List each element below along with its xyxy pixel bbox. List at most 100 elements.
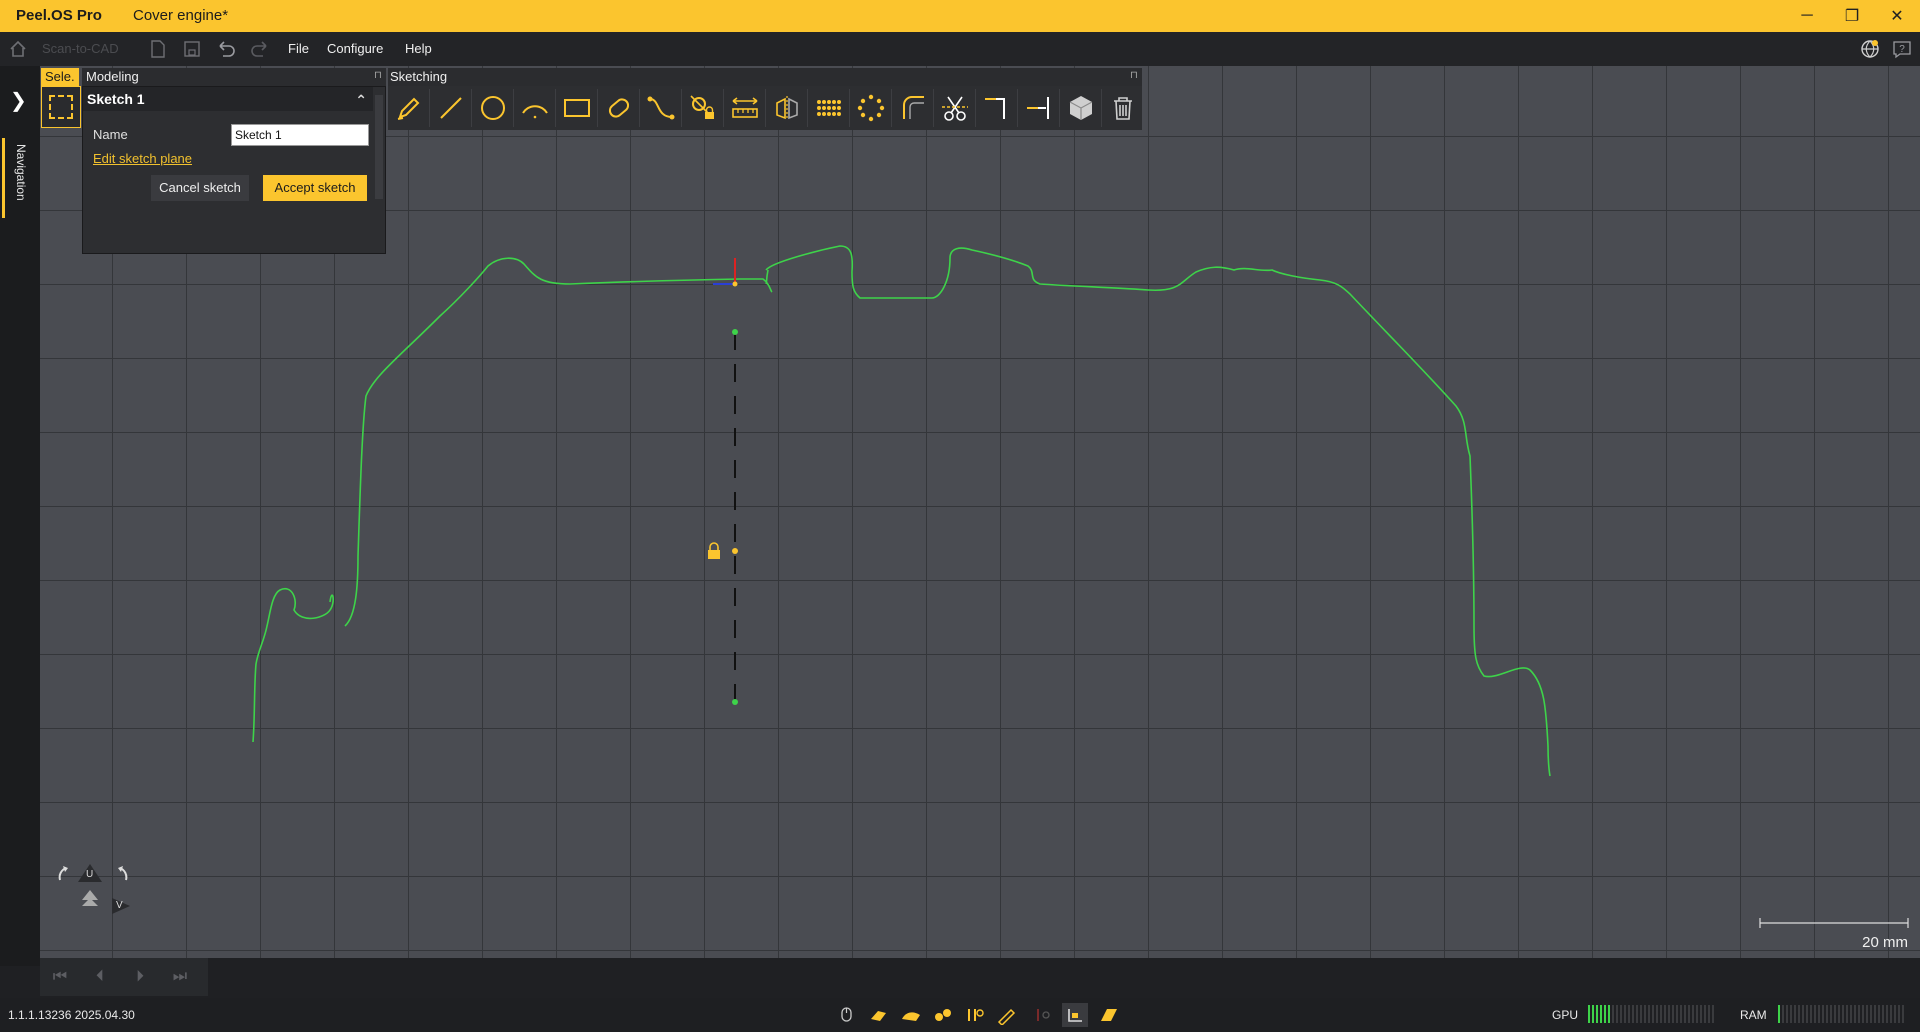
arc-icon[interactable] — [516, 89, 554, 127]
line-icon[interactable] — [432, 89, 470, 127]
meter-segment — [1786, 1005, 1788, 1023]
circle-icon[interactable] — [474, 89, 512, 127]
features-view-icon[interactable] — [930, 1003, 956, 1027]
constraint-lock-tool-icon[interactable] — [684, 89, 722, 127]
measure-view-icon[interactable] — [962, 1003, 988, 1027]
meter-segment — [1620, 1005, 1622, 1023]
corner-icon[interactable] — [978, 89, 1016, 127]
app-name: Peel.OS Pro — [16, 7, 102, 24]
expand-chevron-icon[interactable]: ❯ — [10, 88, 27, 113]
meter-segment — [1604, 1005, 1606, 1023]
separator — [723, 89, 724, 127]
pencil-icon[interactable] — [390, 89, 428, 127]
meter-segment — [1612, 1005, 1614, 1023]
meter-segment — [1648, 1005, 1650, 1023]
circular-pattern-icon[interactable] — [852, 89, 890, 127]
delete-icon[interactable] — [1104, 89, 1142, 127]
meter-segment — [1850, 1005, 1852, 1023]
separator — [807, 89, 808, 127]
undo-icon[interactable] — [214, 37, 238, 61]
dimension-icon[interactable] — [726, 89, 764, 127]
meter-segment — [1664, 1005, 1666, 1023]
new-file-icon[interactable] — [146, 37, 170, 61]
meter-segment — [1692, 1005, 1694, 1023]
skip-last-icon[interactable]: ⏭ — [166, 966, 194, 988]
separator — [639, 89, 640, 127]
trim-icon[interactable] — [936, 89, 974, 127]
extend-icon[interactable] — [1020, 89, 1058, 127]
meter-segment — [1656, 1005, 1658, 1023]
panel-scrollbar[interactable] — [375, 95, 383, 199]
ram-meter — [1778, 1005, 1904, 1023]
edit-sketch-plane-link[interactable]: Edit sketch plane — [93, 151, 192, 166]
cancel-sketch-button[interactable]: Cancel sketch — [151, 175, 249, 201]
solid-view-icon[interactable] — [1096, 1003, 1122, 1027]
meter-segment — [1862, 1005, 1864, 1023]
mouse-mode-icon[interactable] — [834, 1003, 860, 1027]
meter-segment — [1822, 1005, 1824, 1023]
sketch-name-input[interactable] — [231, 124, 369, 146]
navigation-tab[interactable]: Navigation — [0, 138, 40, 218]
pin-icon[interactable]: ⊓ — [374, 70, 382, 81]
menu-configure[interactable]: Configure — [327, 41, 383, 56]
close-icon[interactable]: ✕ — [1882, 4, 1912, 28]
navigation-tab-label: Navigation — [14, 144, 28, 201]
name-label: Name — [93, 127, 128, 142]
endpoint-bottom — [732, 699, 738, 705]
axis-view-icon[interactable] — [1062, 1003, 1088, 1027]
u-axis-label[interactable]: U — [86, 869, 93, 880]
meter-segment — [1902, 1005, 1904, 1023]
mirror-icon[interactable] — [768, 89, 806, 127]
meter-segment — [1882, 1005, 1884, 1023]
step-back-icon[interactable]: ⏴ — [86, 966, 114, 988]
sketching-pin-icon[interactable]: ⊓ — [1130, 70, 1138, 81]
selection-tool-button[interactable] — [41, 86, 81, 128]
separator — [1101, 89, 1102, 127]
meter-segment — [1696, 1005, 1698, 1023]
sketch-view-icon[interactable] — [994, 1003, 1020, 1027]
redo-icon[interactable] — [248, 37, 272, 61]
separator — [1059, 89, 1060, 127]
save-icon[interactable] — [180, 37, 204, 61]
midpoint — [732, 548, 738, 554]
fillet-icon[interactable] — [894, 89, 932, 127]
scan-view-icon[interactable] — [866, 1003, 892, 1027]
meter-segment — [1870, 1005, 1872, 1023]
minimize-icon[interactable]: ─ — [1792, 4, 1822, 28]
collapse-chevron-icon[interactable]: ⌃ — [355, 88, 367, 112]
separator — [681, 89, 682, 127]
meter-segment — [1866, 1005, 1868, 1023]
meter-segment — [1878, 1005, 1880, 1023]
separator — [849, 89, 850, 127]
status-bar: 1.1.1.13236 2025.04.30 GPU RAM — [0, 998, 1920, 1032]
meter-segment — [1874, 1005, 1876, 1023]
sketch-section-header[interactable]: Sketch 1 ⌃ — [83, 87, 373, 111]
rectangle-icon[interactable] — [558, 89, 596, 127]
accept-sketch-button[interactable]: Accept sketch — [263, 175, 367, 201]
restore-icon[interactable]: ❐ — [1837, 4, 1867, 28]
whats-this-icon[interactable]: ? — [1890, 37, 1914, 61]
selection-tab[interactable]: Sele. — [41, 68, 79, 86]
menu-file[interactable]: File — [288, 41, 309, 56]
selection-rect-icon — [49, 95, 73, 119]
globe-help-icon[interactable] — [1858, 37, 1882, 61]
mesh-view-icon[interactable] — [898, 1003, 924, 1027]
gpu-label: GPU — [1552, 1008, 1579, 1022]
meter-segment — [1898, 1005, 1900, 1023]
menu-help[interactable]: Help — [405, 41, 432, 56]
meter-segment — [1672, 1005, 1674, 1023]
slot-icon[interactable] — [600, 89, 638, 127]
step-forward-icon[interactable]: ⏵ — [126, 966, 154, 988]
grid-pattern-icon[interactable] — [810, 89, 848, 127]
separator — [429, 89, 430, 127]
meter-segment — [1890, 1005, 1892, 1023]
meter-segment — [1854, 1005, 1856, 1023]
home-icon[interactable] — [6, 37, 30, 61]
v-axis-label[interactable]: V — [116, 900, 123, 911]
meter-segment — [1802, 1005, 1804, 1023]
skip-first-icon[interactable]: ⏮ — [46, 966, 74, 988]
hidden-view-icon[interactable] — [1030, 1003, 1056, 1027]
spline-icon[interactable] — [642, 89, 680, 127]
cube-icon[interactable] — [1062, 89, 1100, 127]
meter-segment — [1712, 1005, 1714, 1023]
